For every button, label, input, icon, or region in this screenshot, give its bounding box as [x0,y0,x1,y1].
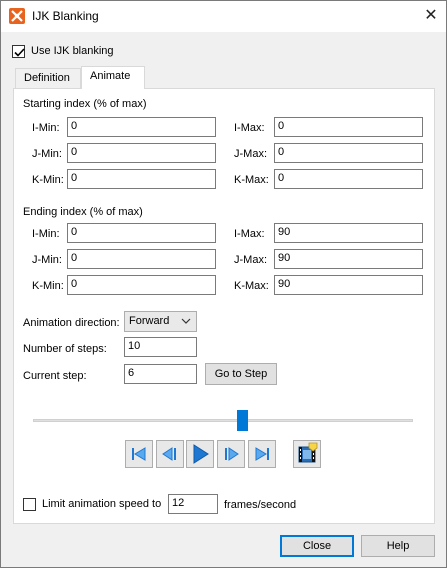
limit-speed-checkbox[interactable] [23,498,36,511]
start-j-max-label: J-Max: [234,148,267,160]
ending-index-heading: Ending index (% of max) [23,206,143,218]
step-forward-icon [225,447,239,461]
end-k-min-field[interactable]: 0 [67,275,216,295]
film-settings-icon [298,442,318,463]
checkmark-icon [14,48,25,57]
step-slider-thumb[interactable] [237,410,248,431]
skip-to-end-button[interactable] [248,440,276,468]
number-of-steps-label: Number of steps: [23,343,107,355]
app-icon [9,8,25,24]
end-j-min-label: J-Min: [32,254,62,266]
start-i-min-label: I-Min: [32,122,60,134]
animation-direction-label: Animation direction: [23,317,120,329]
end-i-min-field[interactable]: 0 [67,223,216,243]
step-forward-button[interactable] [217,440,245,468]
current-step-label: Current step: [23,370,87,382]
use-ijk-label[interactable]: Use IJK blanking [31,45,114,57]
skip-to-end-icon [255,447,269,461]
start-k-min-field[interactable]: 0 [67,169,216,189]
start-j-min-field[interactable]: 0 [67,143,216,163]
start-i-max-field[interactable]: 0 [274,117,423,137]
tab-definition[interactable]: Definition [15,68,81,88]
end-k-min-label: K-Min: [32,280,64,292]
start-j-max-field[interactable]: 0 [274,143,423,163]
current-step-field[interactable]: 6 [124,364,197,384]
play-icon [193,444,209,464]
tab-animate[interactable]: Animate [81,66,145,89]
start-k-min-label: K-Min: [32,174,64,186]
start-k-max-label: K-Max: [234,174,269,186]
start-j-min-label: J-Min: [32,148,62,160]
dialog-window: IJK Blanking ✕ Use IJK blanking Definiti… [0,0,447,568]
end-i-min-label: I-Min: [32,228,60,240]
animation-direction-value: Forward [129,315,170,327]
end-k-max-label: K-Max: [234,280,269,292]
step-slider-track[interactable] [33,419,413,422]
skip-to-start-button[interactable] [125,440,153,468]
tab-definition-label: Definition [24,72,70,84]
close-window-icon[interactable]: ✕ [420,5,442,27]
skip-to-start-icon [132,447,146,461]
step-back-icon [162,447,176,461]
start-i-min-field[interactable]: 0 [67,117,216,137]
step-back-button[interactable] [156,440,184,468]
film-settings-button[interactable] [293,440,321,468]
end-j-max-label: J-Max: [234,254,267,266]
go-to-step-button[interactable]: Go to Step [205,363,277,385]
end-k-max-field[interactable]: 90 [274,275,423,295]
speed-value-field[interactable]: 12 [168,494,218,514]
end-i-max-field[interactable]: 90 [274,223,423,243]
use-ijk-checkbox[interactable] [12,45,25,58]
limit-speed-label[interactable]: Limit animation speed to [42,498,161,510]
chevron-down-icon [181,318,191,324]
close-button[interactable]: Close [280,535,354,557]
animation-direction-select[interactable]: Forward [124,311,197,332]
title-bar: IJK Blanking ✕ [1,1,446,32]
tab-animate-label: Animate [90,70,131,82]
starting-index-heading: Starting index (% of max) [23,98,147,110]
play-button[interactable] [186,440,214,468]
end-j-max-field[interactable]: 90 [274,249,423,269]
number-of-steps-field[interactable]: 10 [124,337,197,357]
start-k-max-field[interactable]: 0 [274,169,423,189]
window-title: IJK Blanking [32,9,99,23]
start-i-max-label: I-Max: [234,122,265,134]
end-i-max-label: I-Max: [234,228,265,240]
help-button[interactable]: Help [361,535,435,557]
end-j-min-field[interactable]: 0 [67,249,216,269]
speed-unit-label: frames/second [224,499,297,511]
